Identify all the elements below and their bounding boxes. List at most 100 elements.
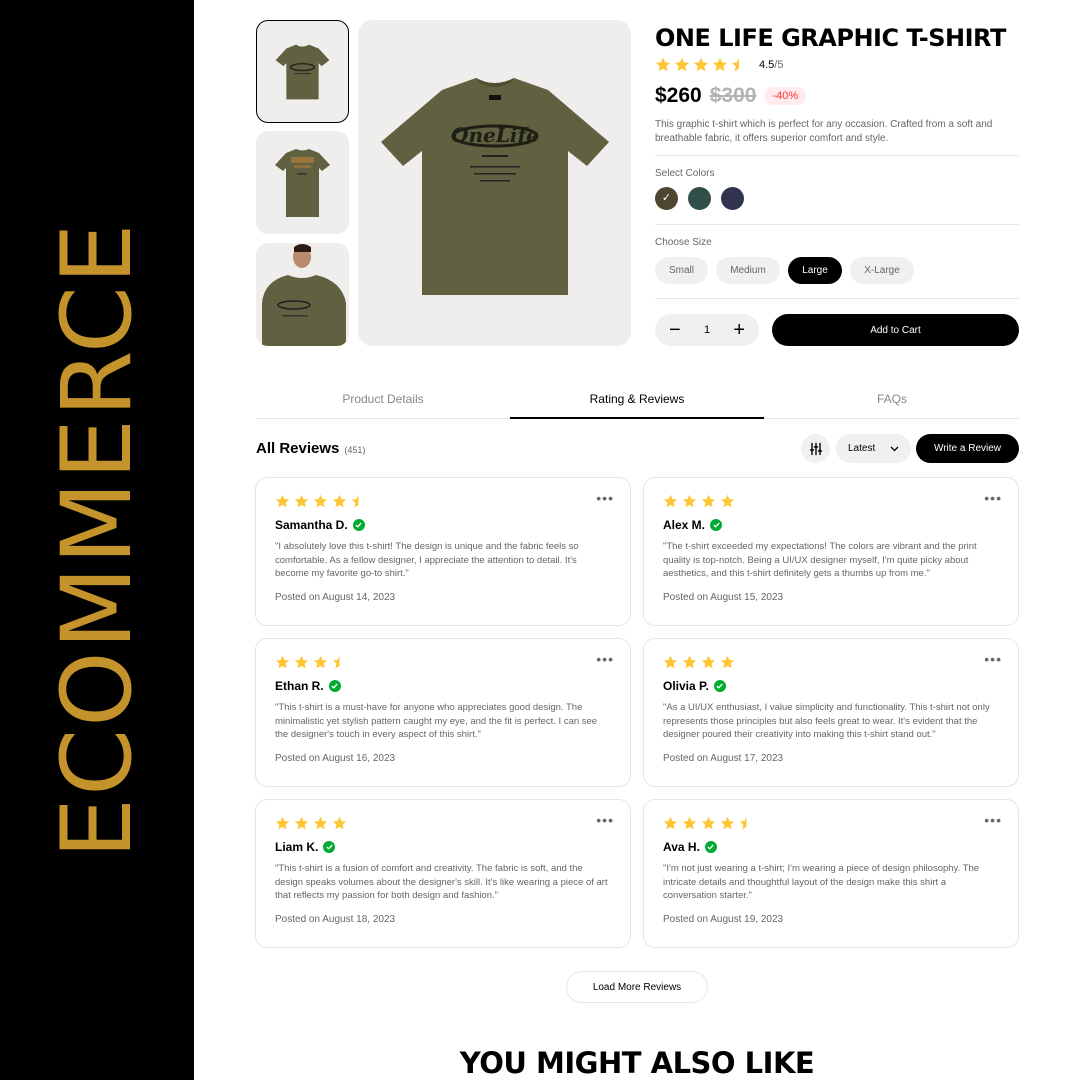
- product-thumbnail-model[interactable]: [256, 243, 349, 346]
- more-options-icon[interactable]: •••: [596, 490, 614, 506]
- divider: [655, 224, 1019, 225]
- star-icon: [663, 655, 678, 669]
- reviews-heading: All Reviews (451): [256, 440, 365, 457]
- minus-icon[interactable]: −: [669, 320, 681, 340]
- rating-value: 4.5: [759, 59, 775, 71]
- color-swatch-navy[interactable]: [721, 187, 744, 210]
- review-rating-stars: [663, 816, 999, 831]
- star-icon: [712, 57, 728, 72]
- product-thumbnail-back[interactable]: [256, 131, 349, 234]
- review-rating-stars: [275, 655, 611, 670]
- review-card: ••• Olivia P. "As a UI/UX enthusiast, I va…: [643, 638, 1019, 787]
- model-wearing-tshirt-image: [256, 243, 349, 346]
- size-small-button[interactable]: Small: [655, 257, 708, 284]
- sort-dropdown[interactable]: Latest: [836, 434, 911, 463]
- star-icon: [663, 816, 678, 830]
- size-label: Choose Size: [655, 237, 712, 248]
- star-icon: [720, 494, 735, 508]
- reviewer: Alex M.: [663, 518, 999, 532]
- verified-icon: [323, 841, 336, 853]
- colors-label: Select Colors: [655, 168, 715, 179]
- star-icon: [332, 816, 347, 830]
- divider: [655, 155, 1019, 156]
- star-icon: [294, 816, 309, 830]
- review-card: ••• Liam K. "This t-shirt is a fusion of c…: [255, 799, 631, 948]
- banner-title: ECOMMERCE: [41, 221, 153, 859]
- star-icon: [701, 655, 716, 669]
- size-medium-button[interactable]: Medium: [716, 257, 780, 284]
- star-icon: [682, 655, 697, 669]
- filter-button[interactable]: [801, 434, 830, 463]
- more-options-icon[interactable]: •••: [984, 651, 1002, 667]
- tab-rating-reviews[interactable]: Rating & Reviews: [510, 392, 764, 406]
- review-date: Posted on August 19, 2023: [663, 914, 784, 925]
- verified-icon: [352, 519, 365, 531]
- size-xlarge-button[interactable]: X-Large: [850, 257, 914, 284]
- star-icon: [275, 494, 290, 508]
- reviewer-name: Alex M.: [663, 518, 706, 532]
- reviewer: Ava H.: [663, 840, 999, 854]
- chevron-down-icon: [890, 446, 899, 451]
- review-card: ••• Ava H. "I'm not just wearing a t-shirt…: [643, 799, 1019, 948]
- star-icon: [294, 655, 309, 669]
- svg-text:OneLife: OneLife: [451, 123, 539, 147]
- more-options-icon[interactable]: •••: [596, 651, 614, 667]
- check-icon: ✓: [661, 192, 672, 204]
- color-swatch-teal[interactable]: [688, 187, 711, 210]
- review-date: Posted on August 17, 2023: [663, 753, 784, 764]
- review-card: ••• Samantha D. "I absolutely love this t-…: [255, 477, 631, 626]
- product-description: This graphic t-shirt which is perfect fo…: [655, 119, 993, 144]
- quantity-stepper: − 1 +: [655, 314, 759, 346]
- product-main-image: OneLife: [358, 20, 631, 346]
- discount-badge: -40%: [764, 87, 807, 105]
- review-text: "This t-shirt is a must-have for anyone …: [275, 702, 598, 740]
- write-review-button[interactable]: Write a Review: [916, 434, 1019, 463]
- side-banner: ECOMMERCE: [0, 0, 194, 1080]
- reviewer: Ethan R.: [275, 679, 611, 693]
- half-star-icon: [351, 494, 359, 508]
- product-rating-text: 4.5/5: [759, 59, 783, 71]
- reviewer-name: Olivia P.: [663, 679, 709, 693]
- star-icon: [663, 494, 678, 508]
- star-icon: [720, 816, 735, 830]
- review-date: Posted on August 18, 2023: [275, 914, 396, 925]
- product-rating: 4.5/5: [655, 57, 783, 73]
- plus-icon[interactable]: +: [733, 320, 745, 340]
- original-price: $300: [709, 84, 757, 107]
- tshirt-front-thumbnail-image: [275, 44, 330, 100]
- verified-icon: [710, 519, 723, 531]
- star-icon: [313, 655, 328, 669]
- reviews-count: (451): [344, 445, 366, 455]
- tab-faqs[interactable]: FAQs: [765, 392, 1019, 406]
- load-more-button[interactable]: Load More Reviews: [566, 971, 708, 1003]
- more-options-icon[interactable]: •••: [984, 812, 1002, 828]
- star-icon: [275, 655, 290, 669]
- current-price: $260: [655, 84, 702, 107]
- more-options-icon[interactable]: •••: [596, 812, 614, 828]
- review-rating-stars: [663, 655, 999, 670]
- star-icon: [294, 494, 309, 508]
- star-icon: [693, 57, 709, 72]
- more-options-icon[interactable]: •••: [984, 490, 1002, 506]
- star-icon: [701, 816, 716, 830]
- review-text: "I absolutely love this t-shirt! The des…: [275, 541, 579, 579]
- star-icon: [682, 816, 697, 830]
- review-text: "The t-shirt exceeded my expectations! T…: [663, 541, 977, 579]
- active-tab-indicator: [510, 417, 764, 419]
- add-to-cart-button[interactable]: Add to Cart: [772, 314, 1019, 346]
- review-card: ••• Alex M. "The t-shirt exceeded my expec…: [643, 477, 1019, 626]
- rating-max: /5: [774, 59, 784, 71]
- tshirt-main-image: OneLife: [381, 78, 609, 295]
- verified-icon: [704, 841, 717, 853]
- color-swatch-olive[interactable]: ✓: [655, 187, 678, 210]
- divider: [655, 298, 1019, 299]
- size-large-button[interactable]: Large: [788, 257, 842, 284]
- tab-product-details[interactable]: Product Details: [256, 392, 510, 406]
- product-thumbnail-front[interactable]: [256, 20, 349, 123]
- review-text: "I'm not just wearing a t-shirt; I'm wea…: [663, 863, 980, 901]
- price-row: $260 $300 -40%: [655, 84, 807, 108]
- review-rating-stars: [275, 816, 611, 831]
- sliders-icon: [809, 442, 822, 455]
- reviewer: Olivia P.: [663, 679, 999, 693]
- verified-icon: [328, 680, 341, 692]
